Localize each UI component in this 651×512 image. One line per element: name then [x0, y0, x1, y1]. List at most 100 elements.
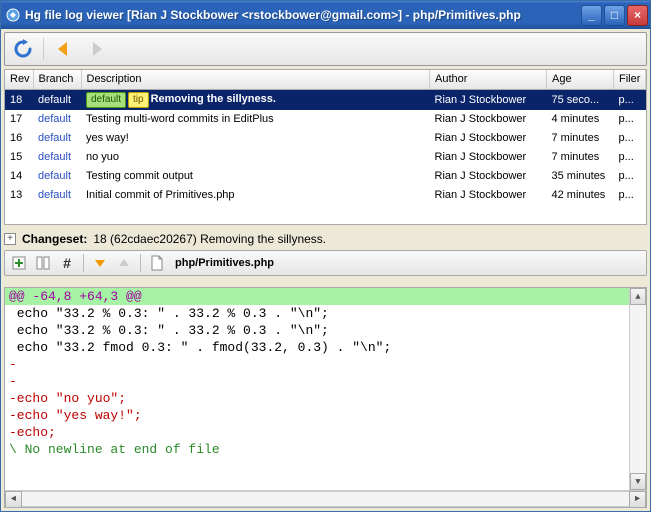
col-description[interactable]: Description: [81, 70, 430, 89]
description-text: Removing the sillyness.: [151, 93, 276, 105]
cell-age: 42 minutes: [547, 186, 614, 205]
badge-tip: tip: [128, 92, 149, 108]
toolbar: [4, 32, 647, 66]
next-diff-button[interactable]: [114, 253, 134, 273]
cell-filer: p...: [614, 129, 646, 148]
table-row[interactable]: 18defaultdefaulttipRemoving the sillynes…: [5, 89, 646, 110]
back-button[interactable]: [52, 37, 76, 61]
table-row[interactable]: 13defaultInitial commit of Primitives.ph…: [5, 186, 646, 205]
window-buttons: _ □ ×: [581, 5, 648, 26]
cell-description: yes way!: [81, 129, 430, 148]
cell-age: 7 minutes: [547, 148, 614, 167]
cell-description: Testing commit output: [81, 167, 430, 186]
hash-icon[interactable]: #: [57, 253, 77, 273]
col-age[interactable]: Age: [547, 70, 614, 89]
scroll-up-icon[interactable]: ▲: [630, 288, 646, 305]
file-icon: [147, 253, 167, 273]
refresh-button[interactable]: [11, 37, 35, 61]
side-by-side-icon[interactable]: [33, 253, 53, 273]
cell-author: Rian J Stockbower: [430, 186, 547, 205]
diff-add-icon[interactable]: [9, 253, 29, 273]
cell-author: Rian J Stockbower: [430, 167, 547, 186]
diff-line: echo "33.2 % 0.3: " . 33.2 % 0.3 . "\n";: [5, 305, 646, 322]
cell-branch: default: [33, 110, 81, 129]
cell-age: 7 minutes: [547, 129, 614, 148]
scroll-track-h[interactable]: [22, 491, 629, 507]
forward-button[interactable]: [84, 37, 108, 61]
expand-button[interactable]: +: [4, 233, 16, 245]
diff-body: @@ -64,8 +64,3 @@ echo "33.2 % 0.3: " . …: [5, 288, 646, 490]
cell-rev: 15: [5, 148, 33, 167]
cell-author: Rian J Stockbower: [430, 110, 547, 129]
diff-line: echo "33.2 fmod 0.3: " . fmod(33.2, 0.3)…: [5, 339, 646, 356]
commit-table: Rev Branch Description Author Age Filer …: [5, 70, 646, 205]
description-text: Testing commit output: [86, 170, 193, 182]
app-icon: [5, 7, 21, 23]
col-author[interactable]: Author: [430, 70, 547, 89]
cell-branch: default: [33, 167, 81, 186]
cell-branch: default: [33, 186, 81, 205]
changeset-label: Changeset:: [22, 232, 87, 246]
cell-age: 75 seco...: [547, 89, 614, 110]
toolbar-separator: [43, 38, 44, 60]
col-filer[interactable]: Filer: [614, 70, 646, 89]
cell-description: no yuo: [81, 148, 430, 167]
cell-description: defaulttipRemoving the sillyness.: [81, 89, 430, 110]
cell-rev: 17: [5, 110, 33, 129]
table-row[interactable]: 16default yes way! Rian J Stockbower7 minu…: [5, 129, 646, 148]
cell-author: Rian J Stockbower: [430, 129, 547, 148]
cell-rev: 14: [5, 167, 33, 186]
badge-default: default: [86, 92, 126, 108]
cell-branch: default: [33, 148, 81, 167]
cell-filer: p...: [614, 110, 646, 129]
description-text: yes way!: [86, 132, 129, 144]
diff-line: \ No newline at end of file: [5, 441, 646, 458]
table-header-row: Rev Branch Description Author Age Filer: [5, 70, 646, 89]
cell-author: Rian J Stockbower: [430, 89, 547, 110]
scroll-left-icon[interactable]: ◄: [5, 491, 22, 508]
cell-rev: 16: [5, 129, 33, 148]
col-rev[interactable]: Rev: [5, 70, 33, 89]
file-toolbar-separator-2: [140, 254, 141, 272]
window-title: Hg file log viewer [Rian J Stockbower <r…: [25, 8, 581, 22]
cell-author: Rian J Stockbower: [430, 148, 547, 167]
scroll-down-icon[interactable]: ▼: [630, 473, 646, 490]
cell-filer: p...: [614, 148, 646, 167]
close-button[interactable]: ×: [627, 5, 648, 26]
app-window: Hg file log viewer [Rian J Stockbower <r…: [0, 0, 651, 512]
table-row[interactable]: 14default Testing commit output Rian J Sto…: [5, 167, 646, 186]
diff-hunk: @@ -64,8 +64,3 @@: [5, 288, 646, 305]
horizontal-scrollbar[interactable]: ◄ ►: [5, 490, 646, 507]
cell-rev: 13: [5, 186, 33, 205]
diff-line: -: [5, 373, 646, 390]
cell-filer: p...: [614, 186, 646, 205]
changeset-text: 18 (62cdaec20267) Removing the sillyness…: [93, 232, 326, 246]
diff-line: -echo;: [5, 424, 646, 441]
changeset-panel: + Changeset: 18 (62cdaec20267) Removing …: [4, 228, 647, 284]
commit-list[interactable]: Rev Branch Description Author Age Filer …: [4, 69, 647, 225]
cell-rev: 18: [5, 89, 33, 110]
maximize-button[interactable]: □: [604, 5, 625, 26]
diff-view[interactable]: @@ -64,8 +64,3 @@ echo "33.2 % 0.3: " . …: [4, 287, 647, 508]
cell-branch: default: [33, 89, 81, 110]
diff-line: -echo "no yuo";: [5, 390, 646, 407]
prev-diff-button[interactable]: [90, 253, 110, 273]
col-branch[interactable]: Branch: [33, 70, 81, 89]
file-toolbar: # php/Primitives.php: [4, 250, 647, 276]
minimize-button[interactable]: _: [581, 5, 602, 26]
cell-age: 4 minutes: [547, 110, 614, 129]
vertical-scrollbar[interactable]: ▲ ▼: [629, 288, 646, 490]
description-text: Testing multi-word commits in EditPlus: [86, 113, 274, 125]
table-row[interactable]: 17default Testing multi-word commits in E…: [5, 110, 646, 129]
file-toolbar-separator: [83, 254, 84, 272]
file-path: php/Primitives.php: [175, 257, 274, 269]
diff-line: echo "33.2 % 0.3: " . 33.2 % 0.3 . "\n";: [5, 322, 646, 339]
scroll-track[interactable]: [630, 305, 646, 473]
cell-branch: default: [33, 129, 81, 148]
cell-filer: p...: [614, 89, 646, 110]
table-row[interactable]: 15defaultno yuoRian J Stockbower7 minute…: [5, 148, 646, 167]
scroll-right-icon[interactable]: ►: [629, 491, 646, 508]
titlebar: Hg file log viewer [Rian J Stockbower <r…: [1, 1, 650, 29]
cell-description: Initial commit of Primitives.php: [81, 186, 430, 205]
diff-line: -: [5, 356, 646, 373]
